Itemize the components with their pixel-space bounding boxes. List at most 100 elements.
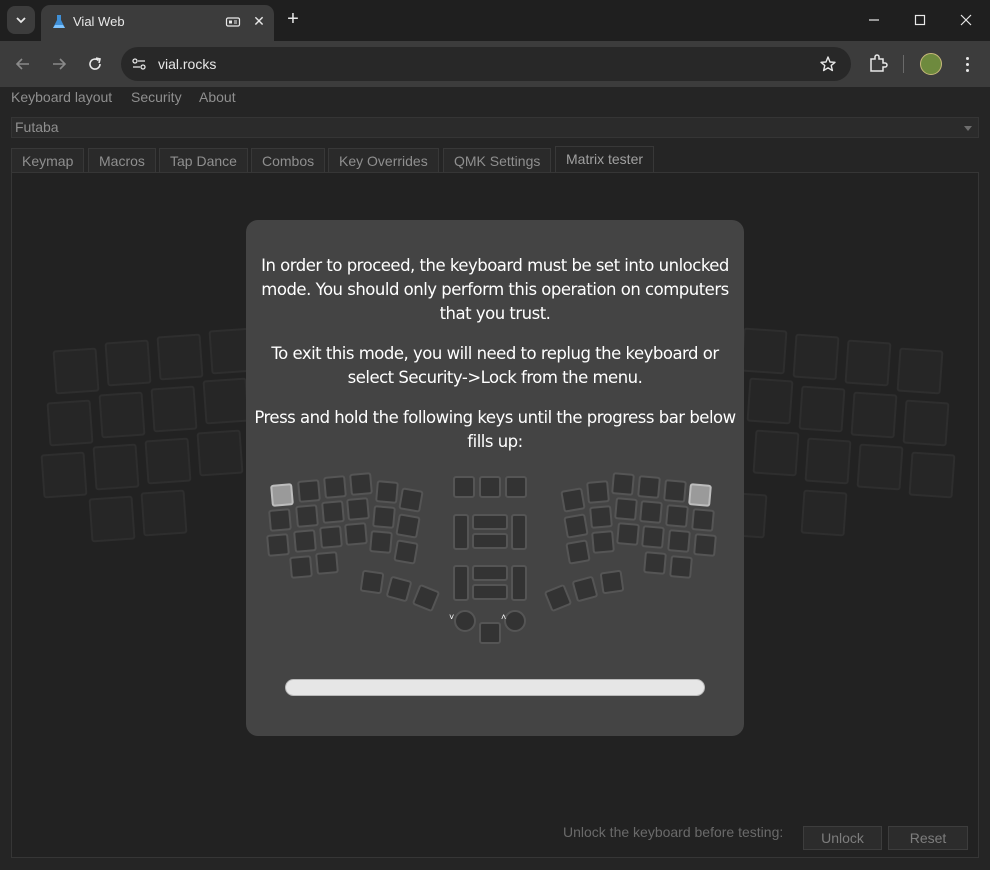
key [375, 480, 399, 504]
key [560, 487, 586, 513]
key [297, 479, 321, 503]
maximize-icon [914, 14, 926, 26]
dropdown-arrow-icon [964, 126, 972, 131]
unlock-dialog: In order to proceed, the keyboard must b… [246, 220, 744, 736]
maximize-button[interactable] [908, 8, 932, 32]
key [611, 472, 635, 496]
tab-qmk-settings[interactable]: QMK Settings [443, 148, 552, 173]
close-window-button[interactable] [954, 8, 978, 32]
key [614, 497, 638, 521]
key [395, 513, 421, 539]
unlock-key-highlighted [688, 483, 712, 507]
forward-button[interactable] [47, 52, 71, 76]
profile-avatar[interactable] [920, 53, 942, 75]
background-key [850, 391, 898, 439]
unlock-instructions-paragraph: In order to proceed, the keyboard must b… [246, 254, 744, 326]
back-button[interactable] [11, 52, 35, 76]
key [266, 533, 290, 557]
key [479, 476, 501, 498]
browser-menu-button[interactable] [956, 53, 978, 75]
key [472, 584, 508, 600]
key [479, 622, 501, 644]
keyboard-select-value: Futaba [15, 119, 59, 135]
key [349, 472, 373, 496]
text-line: To exit this mode, you will need to repl… [271, 344, 719, 363]
tab-search-button[interactable] [7, 6, 35, 34]
background-key [98, 391, 146, 439]
key [505, 476, 527, 498]
background-key [740, 327, 788, 375]
extensions-puzzle-icon[interactable] [867, 53, 889, 75]
tab-close-icon[interactable]: ✕ [251, 13, 267, 29]
encoder-left-glyph: ˅ [449, 612, 455, 622]
key [398, 487, 424, 513]
browser-tab-strip: Vial Web ✕ + [0, 0, 990, 41]
browser-toolbar: vial.rocks [0, 41, 990, 87]
tab-media-icon[interactable] [225, 14, 241, 30]
chevron-down-icon [16, 17, 26, 24]
key [669, 555, 693, 579]
tab-matrix-tester[interactable]: Matrix tester [555, 146, 655, 173]
background-key [144, 437, 192, 485]
tab-combos[interactable]: Combos [251, 148, 326, 173]
bookmark-star-icon[interactable] [819, 55, 837, 73]
key [411, 583, 441, 613]
key [346, 497, 370, 521]
arrow-left-icon [15, 58, 29, 70]
key [319, 525, 343, 549]
unlock-progress-bar [285, 679, 705, 696]
key [385, 575, 413, 603]
tab-tap-dance[interactable]: Tap Dance [159, 148, 248, 173]
menu-about[interactable]: About [199, 89, 236, 105]
key [511, 565, 527, 601]
key [586, 480, 610, 504]
reload-button[interactable] [83, 52, 107, 76]
browser-tab[interactable]: Vial Web ✕ [41, 5, 274, 41]
background-key [844, 339, 892, 387]
background-key [150, 385, 198, 433]
background-key [196, 429, 244, 477]
background-key [52, 347, 100, 395]
background-key [752, 429, 800, 477]
key [293, 529, 317, 553]
menu-keyboard-layout[interactable]: Keyboard layout [11, 89, 112, 105]
key [589, 505, 613, 529]
background-key [140, 489, 188, 537]
background-key [896, 347, 944, 395]
key [321, 500, 345, 524]
unlock-key-highlighted [270, 483, 294, 507]
key [289, 555, 313, 579]
key [665, 504, 689, 528]
tab-key-overrides[interactable]: Key Overrides [328, 148, 439, 173]
tab-macros[interactable]: Macros [88, 148, 156, 173]
key [472, 514, 508, 530]
key [511, 514, 527, 550]
key [295, 504, 319, 528]
background-key [798, 385, 846, 433]
menu-security[interactable]: Security [131, 89, 182, 105]
url-text[interactable]: vial.rocks [158, 56, 216, 72]
keyboard-select[interactable]: Futaba [11, 117, 979, 138]
background-key [202, 377, 250, 425]
key [315, 551, 339, 575]
tab-keymap[interactable]: Keymap [11, 148, 85, 173]
arrow-right-icon [53, 58, 67, 70]
site-settings-icon[interactable] [131, 56, 147, 72]
key [565, 539, 591, 565]
address-bar[interactable]: vial.rocks [121, 47, 851, 81]
close-icon [960, 14, 972, 26]
minimize-button[interactable] [862, 8, 886, 32]
key [372, 505, 396, 529]
unlock-hint-text: Unlock the keyboard before testing: [563, 824, 784, 840]
background-key [800, 489, 848, 537]
text-line: In order to proceed, the keyboard must b… [261, 256, 729, 275]
key [693, 533, 717, 557]
reset-button[interactable]: Reset [888, 826, 968, 850]
text-line: fills up: [467, 432, 523, 451]
key [643, 551, 667, 575]
exit-mode-paragraph: To exit this mode, you will need to repl… [246, 342, 744, 390]
unlock-button[interactable]: Unlock [803, 826, 882, 850]
key [453, 476, 475, 498]
key [591, 530, 615, 554]
new-tab-button[interactable]: + [282, 8, 304, 30]
